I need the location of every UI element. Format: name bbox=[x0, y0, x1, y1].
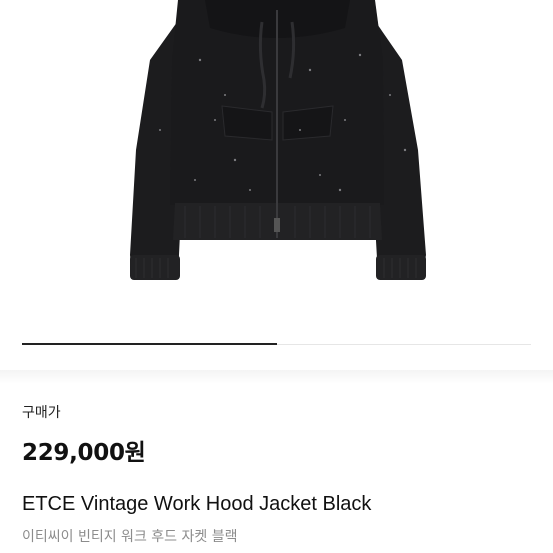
product-image[interactable] bbox=[0, 0, 553, 326]
price: 229,000원 bbox=[22, 440, 146, 466]
jacket-image bbox=[130, 0, 426, 280]
section-divider bbox=[0, 370, 553, 384]
image-carousel-progress-fill bbox=[22, 343, 277, 345]
price-label: 구매가 bbox=[22, 405, 61, 421]
image-carousel-progress bbox=[22, 343, 531, 345]
product-title-ko: 이티씨이 빈티지 워크 후드 자켓 블랙 bbox=[22, 529, 238, 545]
product-title-en: ETCE Vintage Work Hood Jacket Black bbox=[22, 493, 372, 515]
